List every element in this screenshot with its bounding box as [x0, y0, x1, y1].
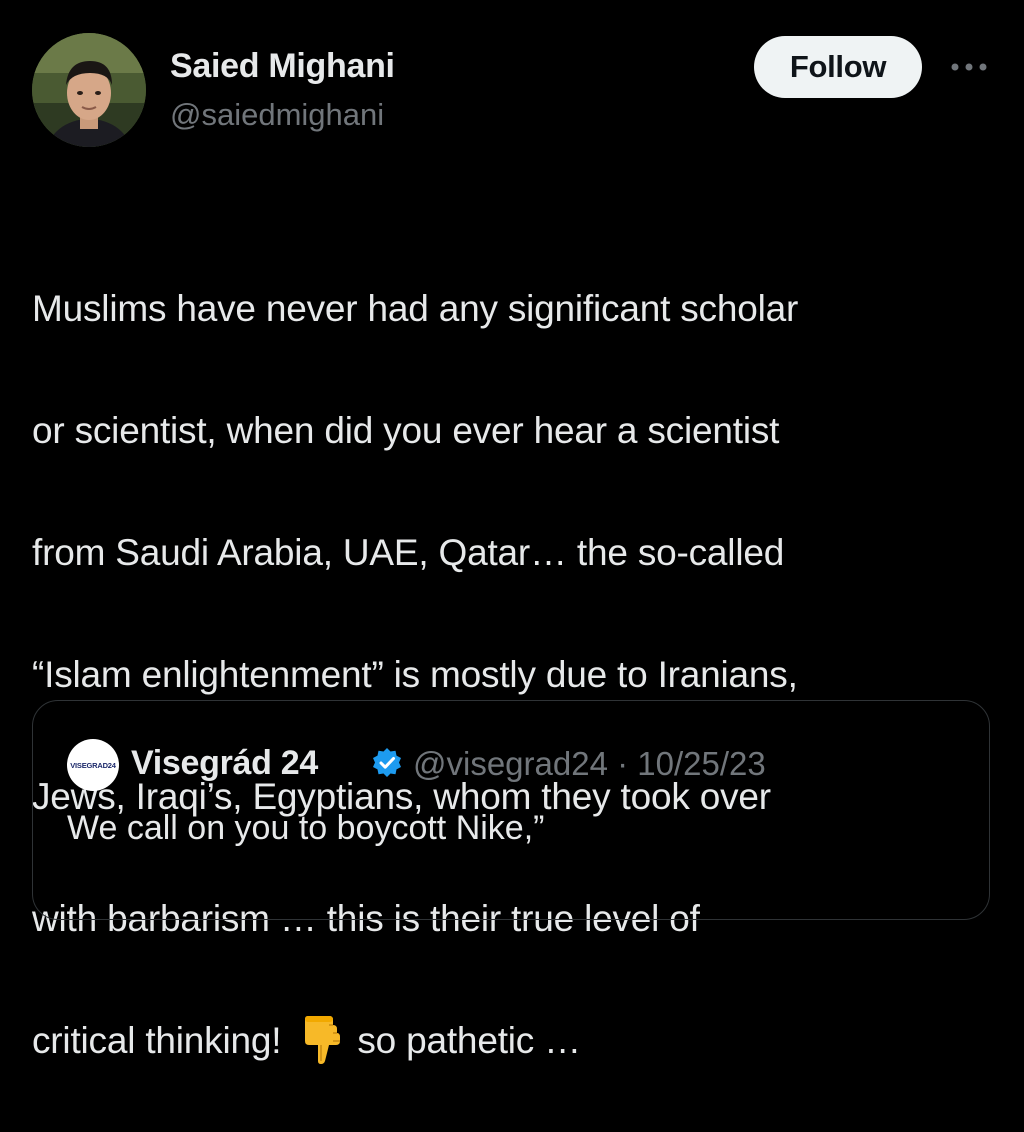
- visegrad-logo: VISEGRAD24: [70, 760, 116, 770]
- author-handle[interactable]: @saiedmighani: [170, 93, 384, 137]
- tweet-line: from Saudi Arabia, UAE, Qatar… the so-ca…: [32, 532, 785, 573]
- tweet-line: or scientist, when did you ever hear a s…: [32, 410, 780, 451]
- ellipsis-icon: [951, 63, 987, 71]
- quoted-author-avatar[interactable]: VISEGRAD24: [67, 739, 119, 791]
- backhand-index-pointing-down-icon: [305, 1016, 341, 1064]
- more-options-button[interactable]: [946, 52, 992, 82]
- tweet-last-line: critical thinking! so pathetic …: [32, 1010, 992, 1071]
- tweet-line-segment: so pathetic …: [357, 1020, 581, 1061]
- quoted-tweet-card[interactable]: VISEGRAD24 Visegrád 24 @visegrad24 · 10/…: [32, 700, 990, 920]
- tweet-line: Muslims have never had any significant s…: [32, 288, 799, 329]
- tweet-line-segment: critical thinking!: [32, 1020, 282, 1061]
- tweet-body: Muslims have never had any significant s…: [32, 217, 992, 1132]
- verified-badge-icon: [373, 748, 401, 777]
- follow-button[interactable]: Follow: [754, 36, 922, 98]
- quoted-author-name[interactable]: Visegrád 24: [131, 741, 318, 785]
- tweet-line: “Islam enlightenment” is mostly due to I…: [32, 654, 798, 695]
- profile-photo-icon: [32, 33, 146, 147]
- quoted-tweet-text: We call on you to boycott Nike,”: [67, 809, 545, 847]
- author-avatar[interactable]: [32, 33, 146, 147]
- author-name[interactable]: Saied Mighani: [170, 44, 395, 88]
- quoted-tweet-meta: @visegrad24 · 10/25/23: [413, 745, 766, 782]
